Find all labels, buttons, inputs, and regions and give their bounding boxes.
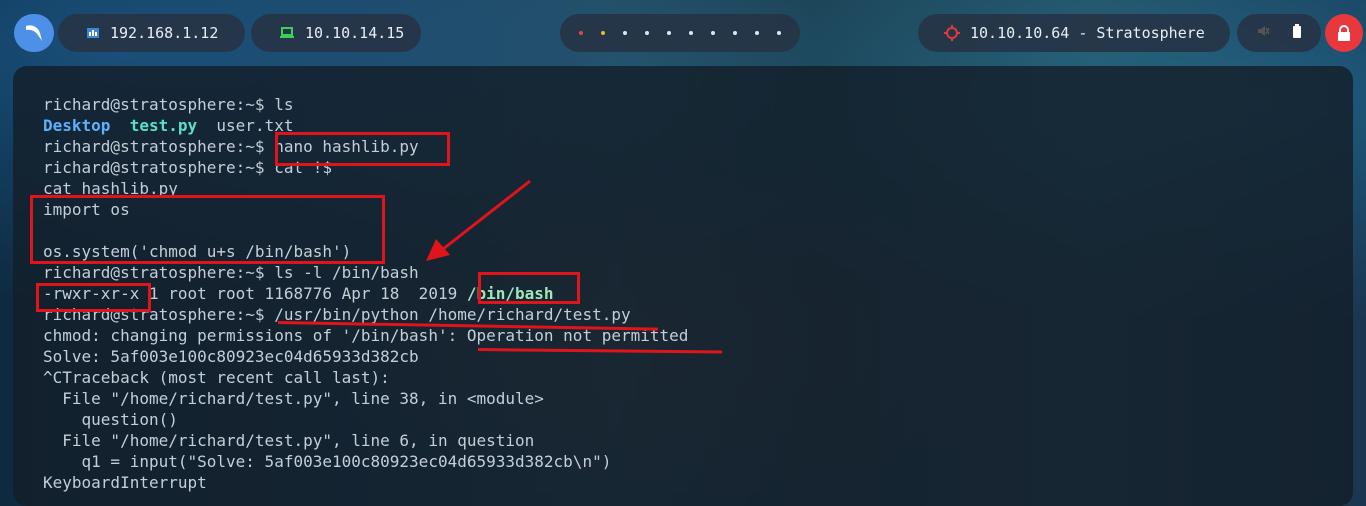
crosshair-icon [944, 25, 960, 41]
annotation-box-nano [275, 132, 450, 166]
workspace-dot[interactable] [623, 31, 627, 35]
vpn-ip-indicator: 10.10.14.15 [251, 14, 421, 52]
vpn-ip-text: 10.10.14.15 [305, 24, 405, 42]
workspace-dot-active[interactable] [579, 31, 583, 35]
terminal-line: richard@stratosphere:~$ ls -l /bin/bash [43, 263, 419, 282]
terminal-line: q1 = input("Solve: 5af003e100c80923ec04d… [43, 452, 612, 471]
annotation-box-path [478, 272, 580, 304]
terminal-line: Solve: 5af003e100c80923ec04d65933d382cb [43, 347, 419, 366]
local-ip-text: 192.168.1.12 [110, 24, 219, 42]
workspace-dot[interactable] [689, 31, 693, 35]
workspace-dot[interactable] [645, 31, 649, 35]
target-text: 10.10.10.64 - Stratosphere [970, 24, 1205, 42]
dir-entry: Desktop [43, 116, 111, 135]
top-bar: 192.168.1.12 10.10.14.15 10.10.10.64 - S… [0, 0, 1366, 66]
laptop-icon [279, 26, 295, 40]
workspace-switcher[interactable] [560, 14, 800, 52]
mute-icon[interactable] [1256, 24, 1270, 42]
terminal-line: question() [43, 410, 178, 429]
terminal-line: richard@stratosphere:~$ ls [43, 95, 294, 114]
lock-screen-button[interactable] [1325, 14, 1363, 52]
terminal-line: File "/home/richard/test.py", line 38, i… [43, 389, 544, 408]
workspace-dot[interactable] [733, 31, 737, 35]
workspace-dot[interactable] [711, 31, 715, 35]
workspace-dot[interactable] [777, 31, 781, 35]
target-indicator: 10.10.10.64 - Stratosphere [918, 14, 1230, 52]
lock-icon [1338, 25, 1350, 41]
annotation-box-perms [36, 283, 151, 312]
workspace-dot[interactable] [601, 31, 605, 35]
workspace-dot[interactable] [755, 31, 759, 35]
terminal-line: Desktop test.py user.txt [43, 115, 293, 136]
system-tray [1237, 14, 1321, 52]
terminal-line: File "/home/richard/test.py", line 6, in… [43, 431, 535, 450]
file-entry: test.py [129, 116, 198, 135]
network-icon [86, 26, 100, 40]
terminal-line: KeyboardInterrupt [43, 473, 207, 492]
annotation-box-code [30, 195, 385, 264]
terminal-line: ^CTraceback (most recent call last): [43, 368, 390, 387]
workspace-dot[interactable] [667, 31, 671, 35]
local-ip-indicator: 192.168.1.12 [58, 14, 245, 52]
kali-dragon-icon [26, 25, 42, 41]
launcher-button[interactable] [14, 14, 54, 52]
annotation-arrow-icon [426, 179, 531, 261]
battery-icon[interactable] [1292, 24, 1302, 42]
